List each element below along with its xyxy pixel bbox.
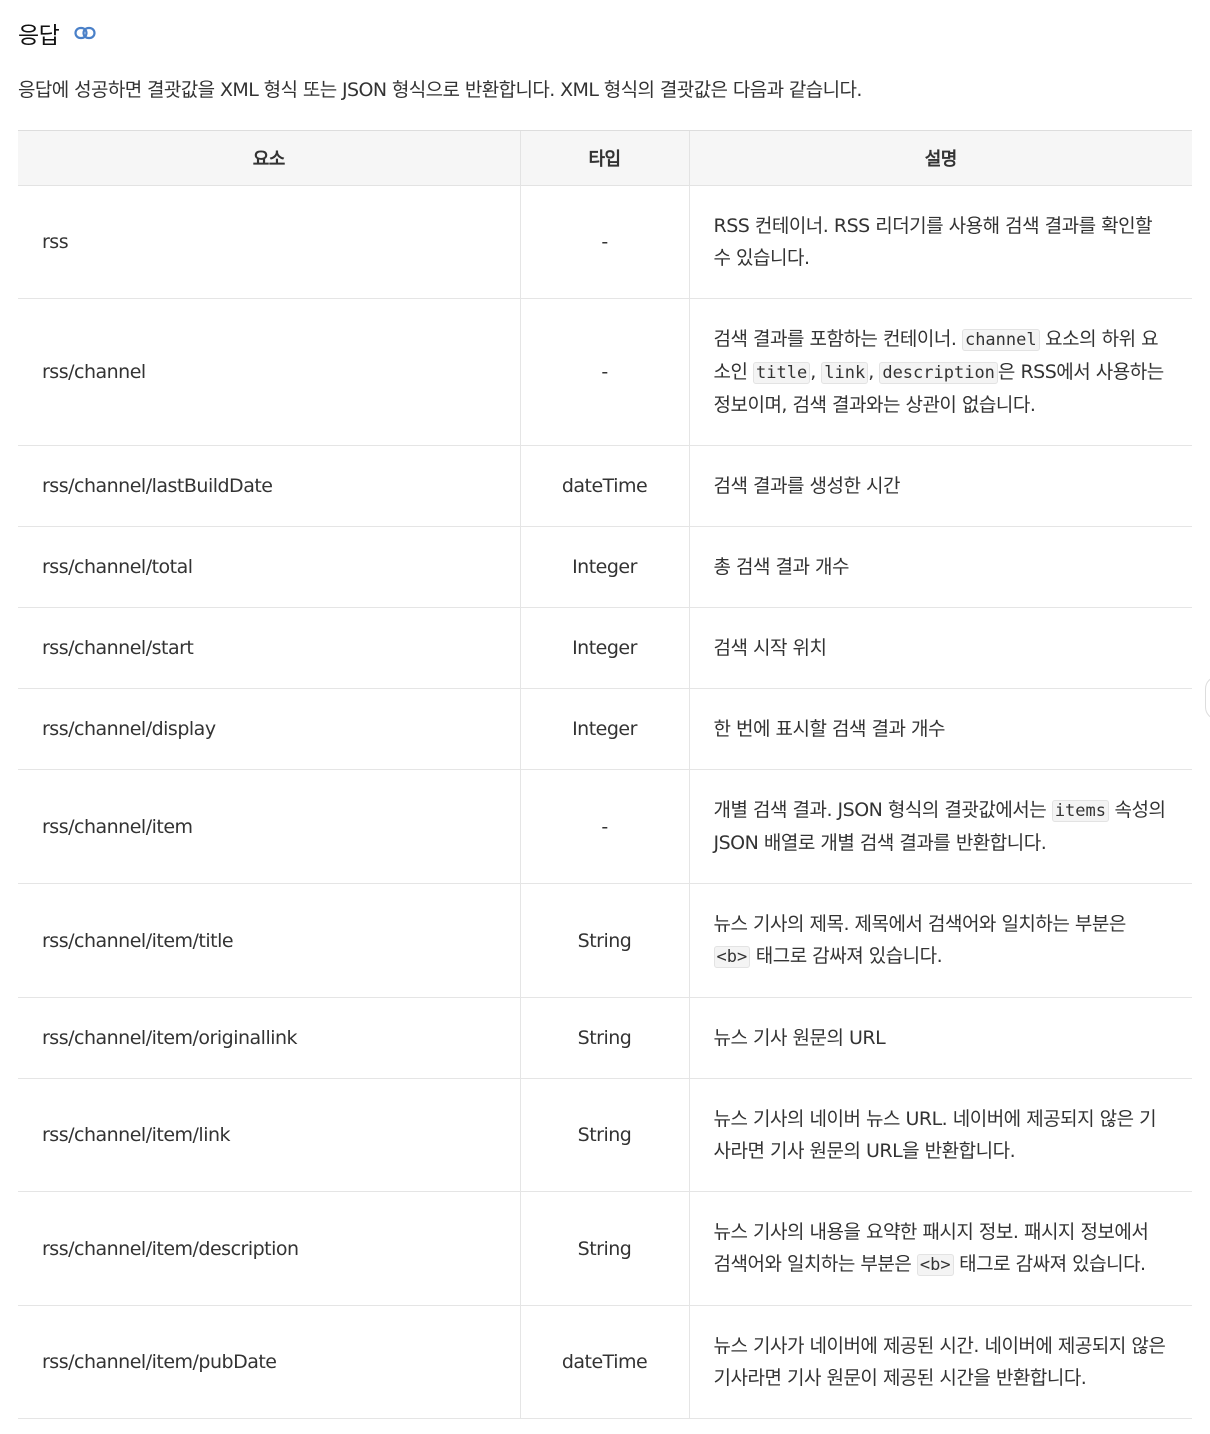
type-cell: - [519, 185, 689, 299]
response-table: 요소 타입 설명 rss - RSS 컨테이너. RSS 리더기를 사용해 검색 결… [18, 130, 1192, 1419]
type-cell: Integer [519, 688, 689, 770]
table-row: rss/channel - 검색 결과를 포함하는 컨테이너. channel 요소… [18, 298, 1192, 446]
description-cell: 뉴스 기사의 제목. 제목에서 검색어와 일치하는 부분은 <b> 태그로 감싸… [688, 883, 1192, 998]
description-cell: 검색 결과를 생성한 시간 [688, 445, 1192, 527]
header-type: 타입 [519, 130, 689, 186]
table-row: rss/channel/item/pubDate dateTime 뉴스 기사가 네… [18, 1305, 1192, 1419]
table-header-row: 요소 타입 설명 [18, 130, 1192, 186]
description-text: 뉴스 기사의 네이버 뉴스 URL. 네이버에 제공되지 않은 기사라면 기사 … [713, 1108, 1157, 1162]
element-cell: rss/channel/item/originallink [18, 997, 520, 1079]
description-cell: 한 번에 표시할 검색 결과 개수 [688, 688, 1192, 770]
description-text: , [810, 361, 822, 383]
element-cell: rss/channel [18, 298, 520, 446]
inline-code: <b> [916, 1254, 954, 1276]
description-cell: 검색 결과를 포함하는 컨테이너. channel 요소의 하위 요소인 tit… [688, 298, 1192, 446]
element-cell: rss/channel/item [18, 769, 520, 884]
type-cell: - [519, 298, 689, 446]
inline-code: channel [961, 329, 1040, 351]
inline-code: items [1051, 800, 1109, 822]
description-text: 태그로 감싸져 있습니다. [750, 945, 943, 967]
description-text: 뉴스 기사 원문의 URL [713, 1027, 886, 1049]
description-cell: 총 검색 결과 개수 [688, 526, 1192, 608]
description-text: 태그로 감싸져 있습니다. [953, 1253, 1146, 1275]
element-cell: rss [18, 185, 520, 299]
element-cell: rss/channel/item/description [18, 1191, 520, 1306]
description-text: RSS 컨테이너. RSS 리더기를 사용해 검색 결과를 확인할 수 있습니다… [713, 215, 1153, 269]
description-text: 검색 결과를 포함하는 컨테이너. [713, 328, 962, 350]
type-cell: dateTime [519, 1305, 689, 1419]
description-cell: RSS 컨테이너. RSS 리더기를 사용해 검색 결과를 확인할 수 있습니다… [688, 185, 1192, 299]
description-cell: 뉴스 기사의 내용을 요약한 패시지 정보. 패시지 정보에서 검색어와 일치하… [688, 1191, 1192, 1306]
table-row: rss/channel/start Integer 검색 시작 위치 [18, 607, 1192, 689]
table-row: rss/channel/lastBuildDate dateTime 검색 결과를 … [18, 445, 1192, 527]
description-text: , [868, 361, 880, 383]
table-row: rss/channel/item/originallink String 뉴스 기사… [18, 997, 1192, 1079]
section-intro: 응답에 성공하면 결괏값을 XML 형식 또는 JSON 형식으로 반환합니다.… [18, 79, 862, 101]
link-icon[interactable] [73, 21, 97, 45]
table-row: rss/channel/item/link String 뉴스 기사의 네이버 뉴스… [18, 1078, 1192, 1192]
description-text: 총 검색 결과 개수 [713, 556, 850, 578]
type-cell: - [519, 769, 689, 884]
table-row: rss/channel/total Integer 총 검색 결과 개수 [18, 526, 1192, 608]
table-row: rss/channel/item - 개별 검색 결과. JSON 형식의 결괏값에… [18, 769, 1192, 884]
header-description: 설명 [688, 130, 1192, 186]
table-row: rss/channel/item/title String 뉴스 기사의 제목. 제… [18, 883, 1192, 998]
type-cell: String [519, 883, 689, 998]
description-text: 검색 시작 위치 [713, 637, 827, 659]
element-cell: rss/channel/lastBuildDate [18, 445, 520, 527]
element-cell: rss/channel/total [18, 526, 520, 608]
description-text: 검색 결과를 생성한 시간 [713, 475, 901, 497]
element-cell: rss/channel/start [18, 607, 520, 689]
type-cell: Integer [519, 526, 689, 608]
type-cell: String [519, 1191, 689, 1306]
description-text: 뉴스 기사가 네이버에 제공된 시간. 네이버에 제공되지 않은 기사라면 기사… [713, 1335, 1166, 1389]
section-heading: 응답 [18, 16, 97, 50]
section-title: 응답 [18, 23, 60, 49]
description-text: 뉴스 기사의 제목. 제목에서 검색어와 일치하는 부분은 [713, 913, 1127, 935]
inline-code: title [753, 362, 811, 384]
header-element: 요소 [18, 130, 520, 186]
element-cell: rss/channel/item/title [18, 883, 520, 998]
inline-code: <b> [713, 946, 751, 968]
type-cell: dateTime [519, 445, 689, 527]
table-row: rss/channel/display Integer 한 번에 표시할 검색 결과… [18, 688, 1192, 770]
table-row: rss/channel/item/description String 뉴스 기사의… [18, 1191, 1192, 1306]
description-text: 한 번에 표시할 검색 결과 개수 [713, 718, 946, 740]
type-cell: Integer [519, 607, 689, 689]
element-cell: rss/channel/item/pubDate [18, 1305, 520, 1419]
description-text: 개별 검색 결과. JSON 형식의 결괏값에서는 [713, 799, 1052, 821]
element-cell: rss/channel/item/link [18, 1078, 520, 1192]
element-cell: rss/channel/display [18, 688, 520, 770]
description-cell: 뉴스 기사 원문의 URL [688, 997, 1192, 1079]
description-cell: 검색 시작 위치 [688, 607, 1192, 689]
type-cell: String [519, 997, 689, 1079]
description-cell: 뉴스 기사가 네이버에 제공된 시간. 네이버에 제공되지 않은 기사라면 기사… [688, 1305, 1192, 1419]
scroll-handle[interactable] [1205, 676, 1210, 720]
inline-code: link [821, 362, 869, 384]
description-cell: 뉴스 기사의 네이버 뉴스 URL. 네이버에 제공되지 않은 기사라면 기사 … [688, 1078, 1192, 1192]
table-row: rss - RSS 컨테이너. RSS 리더기를 사용해 검색 결과를 확인할 수 … [18, 185, 1192, 299]
type-cell: String [519, 1078, 689, 1192]
description-cell: 개별 검색 결과. JSON 형식의 결괏값에서는 items 속성의 JSON… [688, 769, 1192, 884]
inline-code: description [879, 362, 998, 384]
